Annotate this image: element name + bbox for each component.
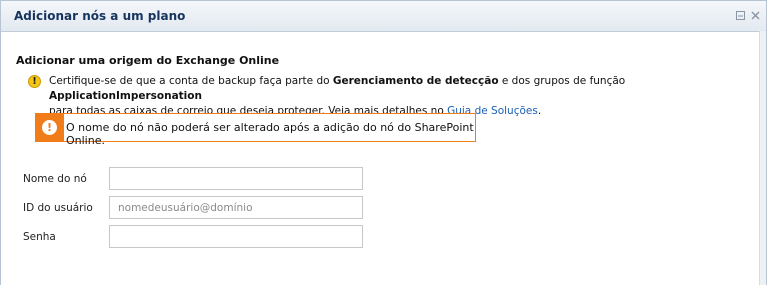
- warning-bold-discovery: Gerenciamento de detecção: [332, 75, 499, 87]
- warning-text-part: Certifique-se de que a conta de backup f…: [49, 75, 333, 87]
- close-icon[interactable]: [751, 11, 760, 20]
- warning-text-part: .: [537, 105, 542, 117]
- add-nodes-dialog: Adicionar nós a um plano Adicionar uma o…: [0, 0, 767, 285]
- warning-bold-impersonation: ApplicationImpersonation: [49, 90, 202, 102]
- dialog-titlebar[interactable]: Adicionar nós a um plano: [1, 1, 766, 32]
- node-name-input[interactable]: [109, 167, 363, 190]
- warning-text-part: e dos grupos de função: [498, 75, 626, 87]
- dialog-title: Adicionar nós a um plano: [14, 9, 186, 23]
- notice-accent-bar: !: [36, 114, 64, 141]
- minimize-icon[interactable]: [736, 11, 745, 20]
- exclamation-icon: !: [42, 120, 57, 135]
- notice-box: ! O nome do nó não poderá ser alterado a…: [35, 113, 476, 147]
- section-heading: Adicionar uma origem do Exchange Online: [16, 54, 280, 67]
- notice-text: O nome do nó não poderá ser alterado apó…: [66, 121, 474, 147]
- password-input[interactable]: [109, 225, 363, 248]
- warning-icon: !: [28, 75, 41, 88]
- scrollbar[interactable]: [759, 31, 766, 285]
- user-id-label: ID do usuário: [23, 202, 93, 214]
- node-name-label: Nome do nó: [23, 173, 87, 185]
- window-controls: [736, 11, 760, 20]
- user-id-input[interactable]: [109, 196, 363, 219]
- password-label: Senha: [23, 231, 56, 243]
